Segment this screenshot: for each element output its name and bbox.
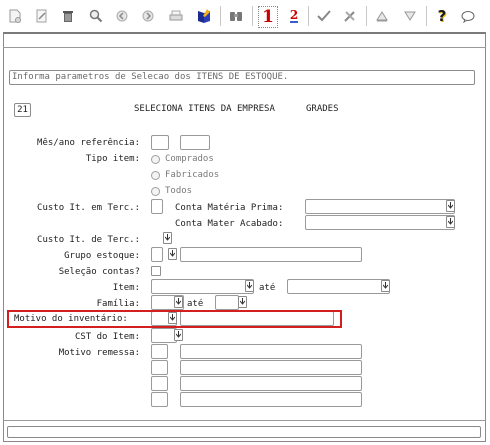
binoculars-icon[interactable]	[228, 7, 244, 25]
item-from-dropdown[interactable]	[245, 280, 254, 292]
ano-field[interactable]	[180, 135, 210, 150]
cst-item-dropdown[interactable]	[174, 329, 183, 341]
item-label: Item:	[112, 283, 140, 293]
motivo-remessa-desc-2[interactable]	[180, 360, 362, 375]
grupo-estoque-code-field[interactable]	[151, 247, 163, 262]
screen-number: 21	[14, 103, 31, 117]
selecao-contas-label: Seleção contas?	[58, 267, 140, 277]
familia-to-dropdown[interactable]	[238, 296, 247, 308]
toolbar: 1 2 ?	[0, 0, 490, 32]
print-icon[interactable]	[168, 7, 184, 25]
motivo-remessa-code-1[interactable]	[151, 344, 168, 359]
familia-from-dropdown[interactable]	[174, 296, 183, 308]
help-icon[interactable]: ?	[434, 7, 450, 25]
radio-comprados[interactable]	[151, 155, 160, 164]
radio-fabricados[interactable]	[151, 171, 160, 180]
conta-mater-acabado-label: Conta Mater Acabado:	[175, 219, 284, 229]
item-ate-label: até	[259, 283, 276, 293]
record-1-glyph: 1	[262, 7, 274, 27]
conta-materia-field[interactable]	[305, 199, 455, 214]
motivo-remessa-desc-1[interactable]	[180, 344, 362, 359]
up-arrow-icon[interactable]	[374, 7, 390, 25]
familia-to-field[interactable]	[215, 295, 239, 310]
conta-mater-acabado-dropdown[interactable]	[446, 216, 455, 228]
screen-title: SELECIONA ITENS DA EMPRESA	[134, 104, 275, 114]
radio-fabricados-label: Fabricados	[165, 170, 220, 180]
tools-icon[interactable]	[342, 7, 358, 25]
record-2-glyph: 2	[289, 8, 299, 23]
message-field: Informa parametros de Selecao dos ITENS …	[9, 70, 475, 85]
open-book-icon[interactable]	[196, 7, 212, 25]
mes-ano-label: Mês/ano referência:	[37, 138, 140, 148]
conta-mater-acabado-field[interactable]	[305, 215, 455, 230]
motivo-remessa-label: Motivo remessa:	[58, 348, 140, 358]
screen-subtitle: GRADES	[306, 104, 339, 114]
radio-todos-label: Todos	[165, 186, 193, 196]
conta-materia-dropdown[interactable]	[446, 200, 455, 212]
conta-materia-label: Conta Matéria Prima:	[175, 203, 284, 213]
grupo-estoque-label: Grupo estoque:	[64, 251, 140, 261]
item-to-field[interactable]	[287, 279, 390, 294]
confirm-icon[interactable]	[316, 7, 332, 25]
status-bar	[7, 426, 481, 438]
search-icon[interactable]	[88, 7, 104, 25]
item-from-field[interactable]	[151, 279, 254, 294]
trash-icon[interactable]	[60, 7, 76, 25]
highlight-box	[7, 310, 342, 328]
tipo-item-label: Tipo item:	[85, 154, 140, 164]
mes-field[interactable]	[151, 135, 169, 150]
edit-icon[interactable]	[34, 7, 50, 25]
item-to-dropdown[interactable]	[381, 280, 390, 292]
next-record-icon[interactable]	[140, 7, 156, 25]
first-record-icon[interactable]: 1	[258, 6, 278, 28]
motivo-remessa-code-3[interactable]	[151, 376, 168, 391]
motivo-remessa-desc-3[interactable]	[180, 376, 362, 391]
chat-icon[interactable]	[460, 7, 476, 25]
selecao-contas-checkbox[interactable]	[151, 266, 161, 276]
grupo-estoque-desc-field[interactable]	[180, 247, 362, 262]
previous-record-icon[interactable]	[114, 7, 130, 25]
custo-em-terc-field[interactable]	[151, 199, 163, 214]
down-arrow-icon[interactable]	[402, 7, 418, 25]
help-glyph: ?	[437, 7, 447, 25]
grupo-estoque-dropdown[interactable]	[168, 248, 177, 260]
custo-em-terc-label: Custo It. em Terc.:	[37, 203, 140, 213]
last-record-icon[interactable]: 2	[286, 7, 302, 25]
motivo-remessa-desc-4[interactable]	[180, 392, 362, 407]
custo-de-terc-dropdown[interactable]	[163, 232, 172, 244]
radio-todos[interactable]	[151, 187, 160, 196]
familia-ate-label: até	[187, 299, 204, 309]
custo-de-terc-label: Custo It. de Terc.:	[37, 235, 140, 245]
motivo-remessa-code-4[interactable]	[151, 392, 168, 407]
cst-item-label: CST do Item:	[74, 332, 140, 342]
radio-comprados-label: Comprados	[165, 154, 214, 164]
familia-label: Família:	[96, 299, 140, 309]
motivo-remessa-code-2[interactable]	[151, 360, 168, 375]
new-document-icon[interactable]	[7, 7, 23, 25]
